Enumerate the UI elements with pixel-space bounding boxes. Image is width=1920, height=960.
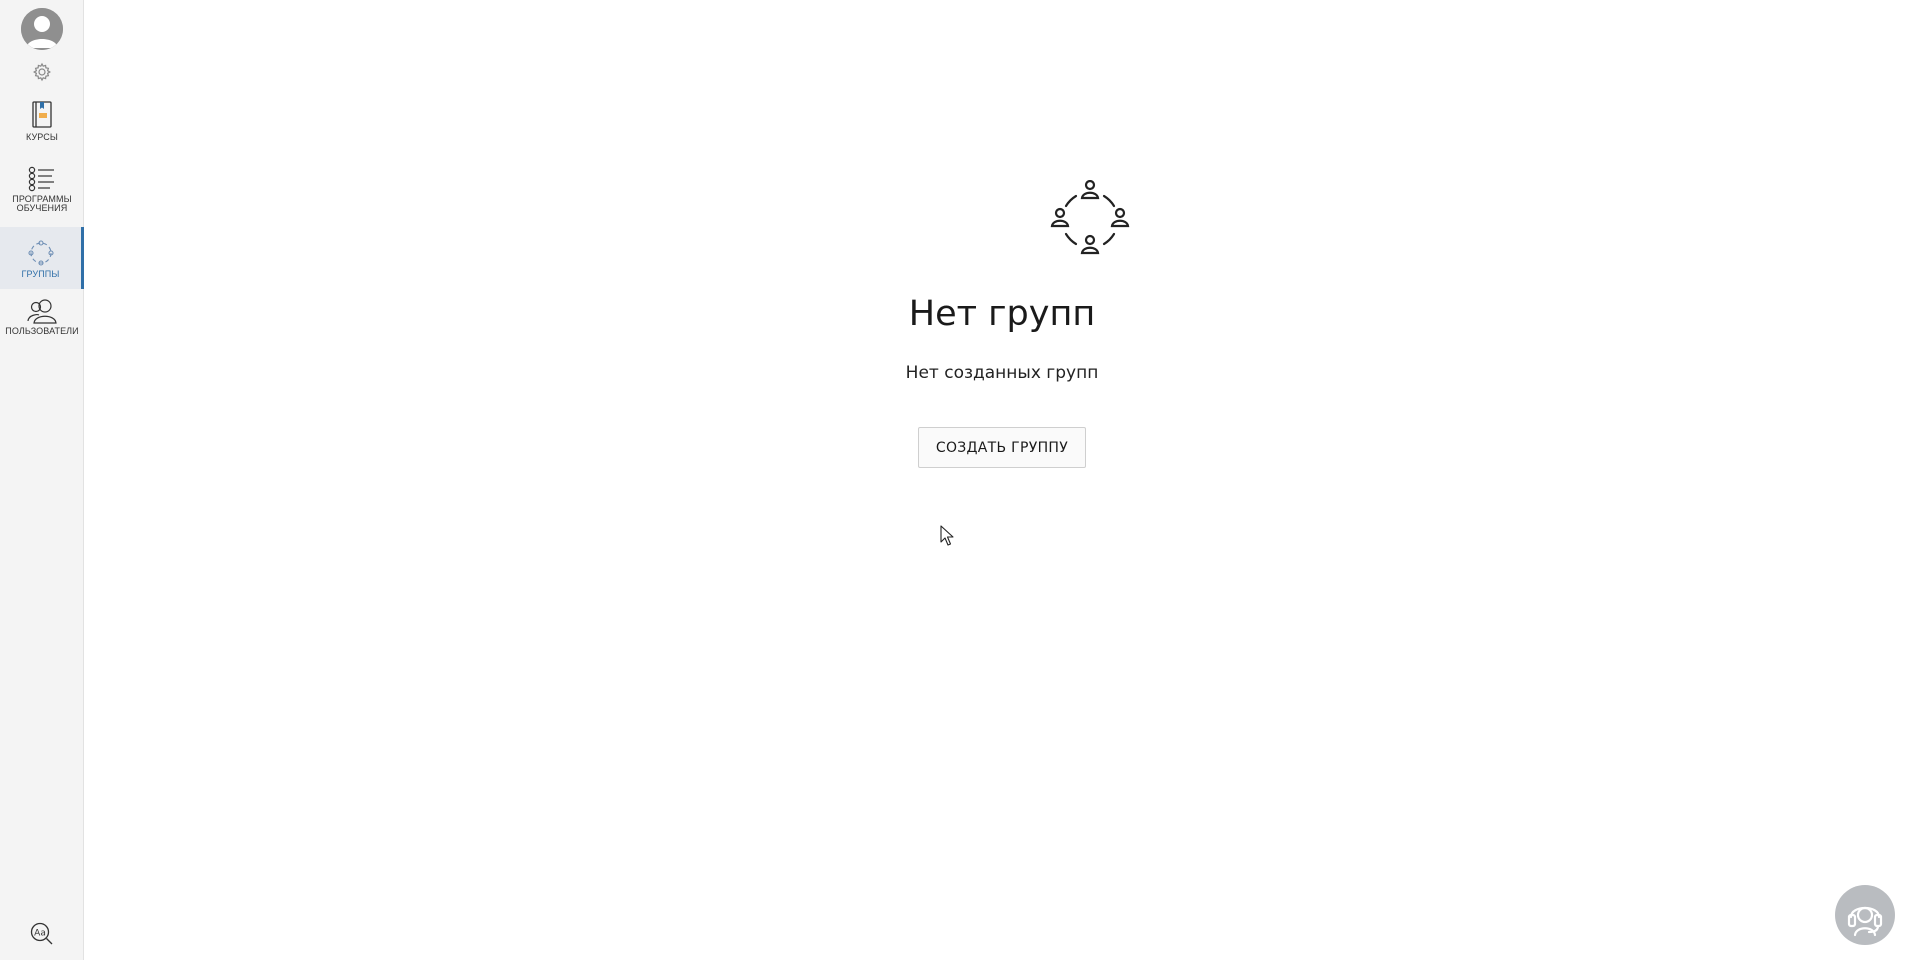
sidebar-item-groups[interactable]: ГРУППЫ xyxy=(0,227,84,289)
empty-state-title: Нет групп xyxy=(908,294,1096,334)
book-icon xyxy=(32,101,52,128)
svg-text:Aa: Aa xyxy=(34,929,46,939)
group-circle-icon xyxy=(1050,180,1130,255)
empty-state: Нет групп Нет созданных групп СОЗДАТЬ ГР… xyxy=(84,0,1920,960)
sidebar-item-label: ПОЛЬЗОВАТЕЛИ xyxy=(5,326,79,336)
support-chat-button[interactable] xyxy=(1835,885,1895,945)
sidebar-item-users[interactable]: ПОЛЬЗОВАТЕЛИ xyxy=(0,298,84,348)
avatar[interactable] xyxy=(21,8,63,50)
empty-state-subtitle: Нет созданных групп xyxy=(905,363,1099,383)
sidebar: КУРСЫ ПРОГРАММЫ ОБУЧЕНИЯ ГРУППЫ ПОЛЬЗОВА… xyxy=(0,0,84,960)
headset-support-icon xyxy=(1847,906,1883,937)
checklist-icon xyxy=(28,166,54,192)
mouse-cursor-icon xyxy=(940,525,954,546)
sidebar-item-label: ГРУППЫ xyxy=(21,269,60,279)
sidebar-item-courses[interactable]: КУРСЫ xyxy=(0,100,84,150)
users-icon xyxy=(27,299,57,324)
group-circle-icon xyxy=(27,240,54,266)
app-window: КУРСЫ ПРОГРАММЫ ОБУЧЕНИЯ ГРУППЫ ПОЛЬЗОВА… xyxy=(0,0,1920,960)
sidebar-item-label: КУРСЫ xyxy=(26,132,58,142)
settings-button[interactable] xyxy=(32,62,52,82)
sidebar-item-label: ПРОГРАММЫ ОБУЧЕНИЯ xyxy=(12,194,72,213)
avatar-icon xyxy=(21,8,63,50)
font-settings-button[interactable]: Aa xyxy=(29,922,55,946)
create-group-button[interactable]: СОЗДАТЬ ГРУППУ xyxy=(918,427,1086,468)
font-search-icon: Aa xyxy=(30,922,53,945)
sidebar-item-programs[interactable]: ПРОГРАММЫ ОБУЧЕНИЯ xyxy=(0,166,84,220)
gear-icon xyxy=(33,62,51,82)
